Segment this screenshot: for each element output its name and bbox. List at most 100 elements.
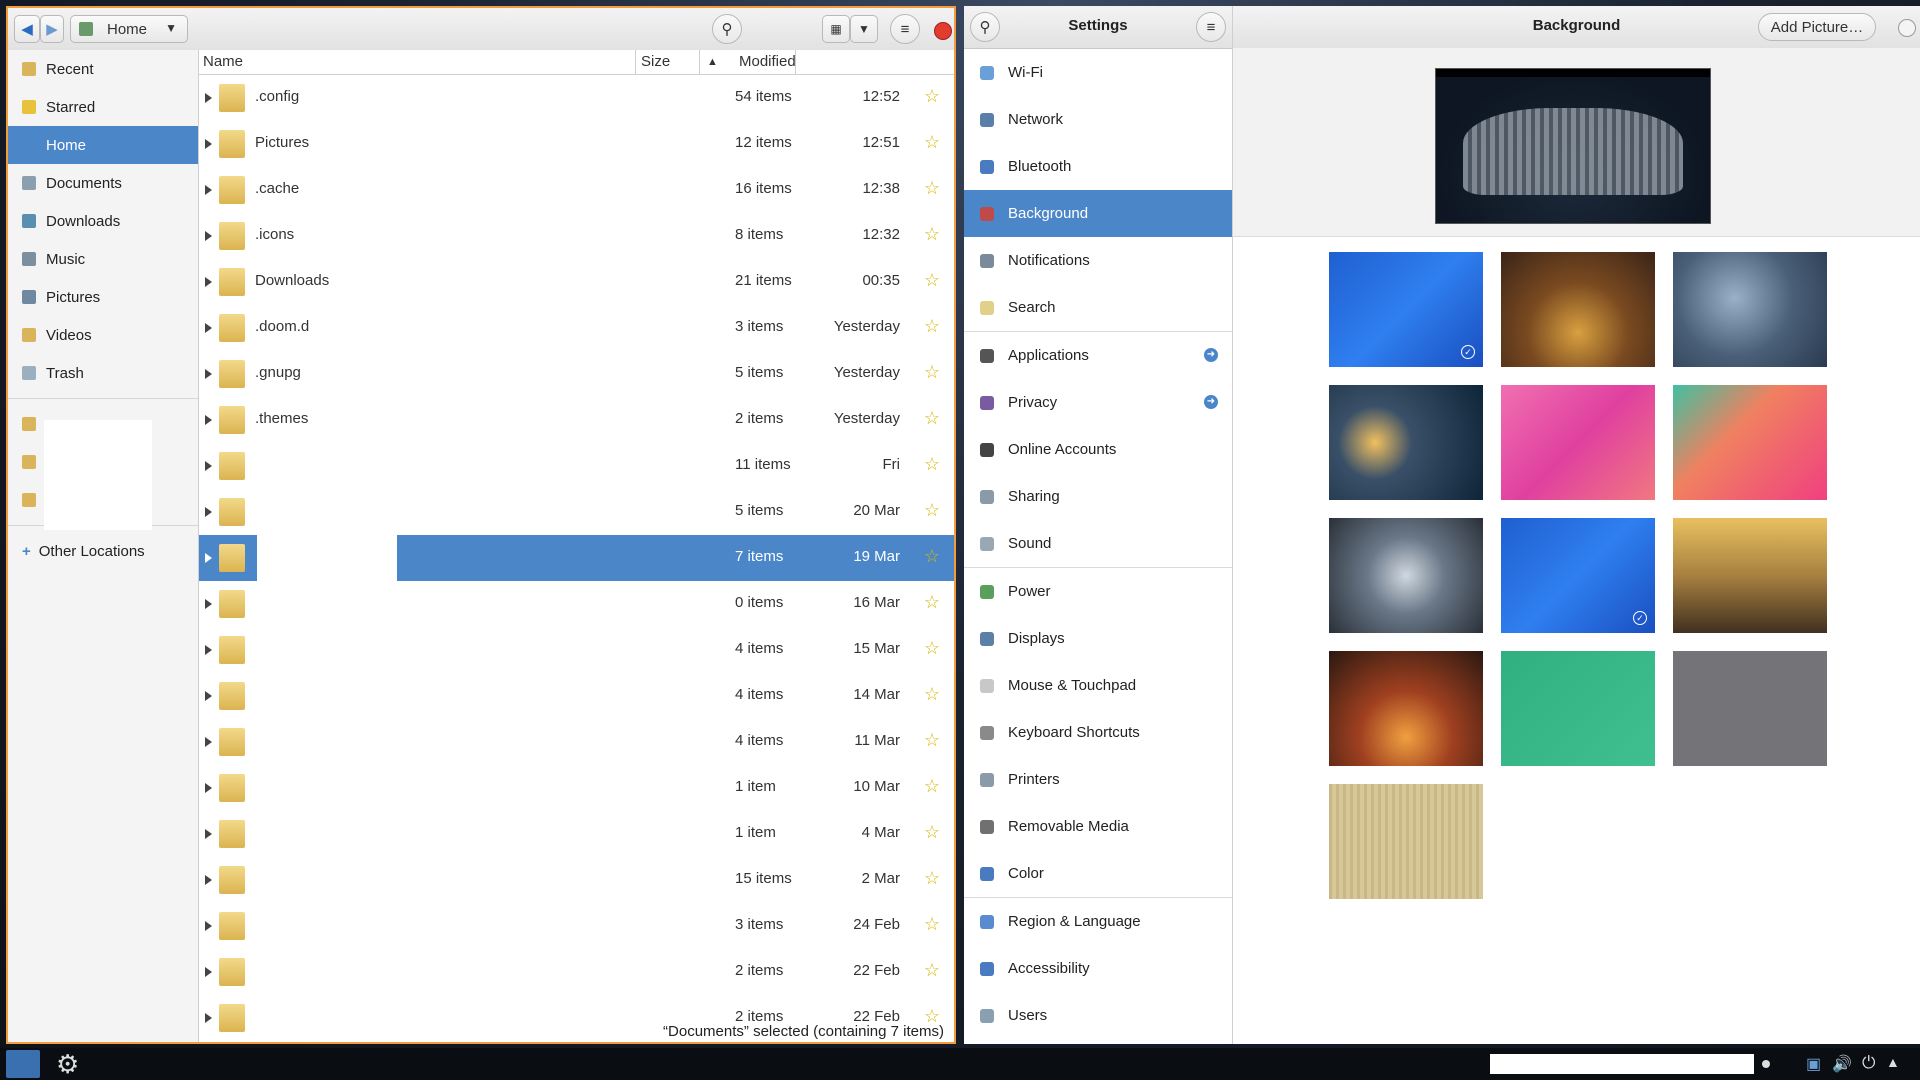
star-icon[interactable]: ☆ [924,362,940,383]
table-row[interactable]: .themes 2 items Yesterday ☆ [199,397,954,443]
sidebar-item-trash[interactable]: Trash [8,354,198,392]
expand-triangle-icon[interactable] [205,231,212,241]
settings-item-keyboard-shortcuts[interactable]: Keyboard Shortcuts [964,709,1232,756]
wallpaper-thumbnail-coral-shapes[interactable] [1673,385,1827,500]
settings-item-search[interactable]: Search [964,284,1232,331]
settings-item-wi-fi[interactable]: Wi-Fi [964,49,1232,96]
table-row[interactable]: 4 items 15 Mar ☆ [199,627,954,673]
taskbar-search-field[interactable] [1490,1054,1754,1074]
settings-item-online-accounts[interactable]: Online Accounts [964,426,1232,473]
table-row[interactable]: 4 items 14 Mar ☆ [199,673,954,719]
view-options-button[interactable]: ▼ [850,15,878,43]
add-picture-button[interactable]: Add Picture… [1758,13,1876,41]
sidebar-item-music[interactable]: Music [8,240,198,278]
expand-triangle-icon[interactable] [205,323,212,333]
sidebar-item-pictures[interactable]: Pictures [8,278,198,316]
settings-item-accessibility[interactable]: Accessibility [964,945,1232,992]
table-row[interactable]: .gnupg 5 items Yesterday ☆ [199,351,954,397]
expand-triangle-icon[interactable] [205,277,212,287]
wallpaper-thumbnail-snowflake[interactable] [1329,518,1483,633]
location-button[interactable]: Home ▼ [70,15,188,43]
star-icon[interactable]: ☆ [924,270,940,291]
table-row[interactable]: 2 items 22 Feb ☆ [199,949,954,995]
settings-item-applications[interactable]: Applications ➜ [964,332,1232,379]
settings-item-privacy[interactable]: Privacy ➜ [964,379,1232,426]
wallpaper-thumbnail-grey[interactable] [1673,651,1827,766]
expand-triangle-icon[interactable] [205,507,212,517]
star-icon[interactable]: ☆ [924,178,940,199]
volume-icon[interactable]: 🔊 [1832,1054,1852,1074]
table-row[interactable]: .doom.d 3 items Yesterday ☆ [199,305,954,351]
wallpaper-thumbnail-green-dots[interactable] [1501,651,1655,766]
column-name[interactable]: Name [203,53,243,70]
expand-triangle-icon[interactable] [205,139,212,149]
star-icon[interactable]: ☆ [924,546,940,567]
wallpaper-thumbnail-blue-geometric-2[interactable]: ✓ [1501,518,1655,633]
settings-item-bluetooth[interactable]: Bluetooth [964,143,1232,190]
wallpaper-thumbnail-forest-path[interactable] [1329,651,1483,766]
table-row[interactable]: .icons 8 items 12:32 ☆ [199,213,954,259]
wallpaper-thumbnail-snowy-forest[interactable] [1673,252,1827,367]
expand-triangle-icon[interactable] [205,967,212,977]
table-row[interactable]: 1 item 10 Mar ☆ [199,765,954,811]
settings-item-removable-media[interactable]: Removable Media [964,803,1232,850]
star-icon[interactable]: ☆ [924,500,940,521]
expand-triangle-icon[interactable] [205,185,212,195]
expand-triangle-icon[interactable] [205,553,212,563]
forward-button[interactable]: ▶ [40,15,64,43]
column-size[interactable]: Size [641,53,670,70]
menu-button[interactable]: ≡ [890,14,920,44]
expand-triangle-icon[interactable] [205,645,212,655]
table-row[interactable]: 3 items 24 Feb ☆ [199,903,954,949]
table-row[interactable]: .config 54 items 12:52 ☆ [199,75,954,121]
star-icon[interactable]: ☆ [924,132,940,153]
table-row[interactable]: Pictures 12 items 12:51 ☆ [199,121,954,167]
settings-item-power[interactable]: Power [964,568,1232,615]
wallpaper-thumbnail-light-bulb[interactable] [1329,385,1483,500]
star-icon[interactable]: ☆ [924,316,940,337]
star-icon[interactable]: ☆ [924,868,940,889]
expand-triangle-icon[interactable] [205,921,212,931]
sidebar-item-other-locations[interactable]: + Other Locations [8,532,198,570]
star-icon[interactable]: ☆ [924,822,940,843]
wallpaper-thumbnail-pink-wave[interactable] [1501,385,1655,500]
table-row[interactable]: 15 items 2 Mar ☆ [199,857,954,903]
expand-triangle-icon[interactable] [205,737,212,747]
table-row[interactable]: 0 items 16 Mar ☆ [199,581,954,627]
settings-item-color[interactable]: Color [964,850,1232,897]
settings-item-network[interactable]: Network [964,96,1232,143]
star-icon[interactable]: ☆ [924,960,940,981]
star-icon[interactable]: ☆ [924,592,940,613]
sidebar-item-downloads[interactable]: Downloads [8,202,198,240]
sidebar-item-recent[interactable]: Recent [8,50,198,88]
wallpaper-thumbnail-autumn-leaf[interactable] [1501,252,1655,367]
close-button[interactable] [1898,19,1916,37]
back-button[interactable]: ◀ [14,15,40,43]
settings-item-users[interactable]: Users [964,992,1232,1039]
expand-triangle-icon[interactable] [205,599,212,609]
expand-triangle-icon[interactable] [205,415,212,425]
settings-item-notifications[interactable]: Notifications [964,237,1232,284]
settings-app-icon[interactable]: ⚙ [56,1050,79,1078]
star-icon[interactable]: ☆ [924,684,940,705]
table-row[interactable]: 4 items 11 Mar ☆ [199,719,954,765]
menu-button[interactable]: ≡ [1196,12,1226,42]
star-icon[interactable]: ☆ [924,914,940,935]
expand-triangle-icon[interactable] [205,93,212,103]
star-icon[interactable]: ☆ [924,408,940,429]
star-icon[interactable]: ☆ [924,86,940,107]
star-icon[interactable]: ☆ [924,454,940,475]
expand-triangle-icon[interactable] [205,461,212,471]
files-app-icon[interactable] [6,1050,40,1078]
settings-item-sound[interactable]: Sound [964,520,1232,567]
sidebar-item-home[interactable]: Home [8,126,198,164]
table-row[interactable]: 11 items Fri ☆ [199,443,954,489]
sidebar-item-videos[interactable]: Videos [8,316,198,354]
settings-item-region-language[interactable]: Region & Language [964,898,1232,945]
settings-item-sharing[interactable]: Sharing [964,473,1232,520]
power-icon[interactable]: ⏻ [1862,1053,1875,1073]
star-icon[interactable]: ☆ [924,730,940,751]
expand-triangle-icon[interactable] [205,369,212,379]
settings-item-background[interactable]: Background [964,190,1232,237]
expand-triangle-icon[interactable] [205,691,212,701]
